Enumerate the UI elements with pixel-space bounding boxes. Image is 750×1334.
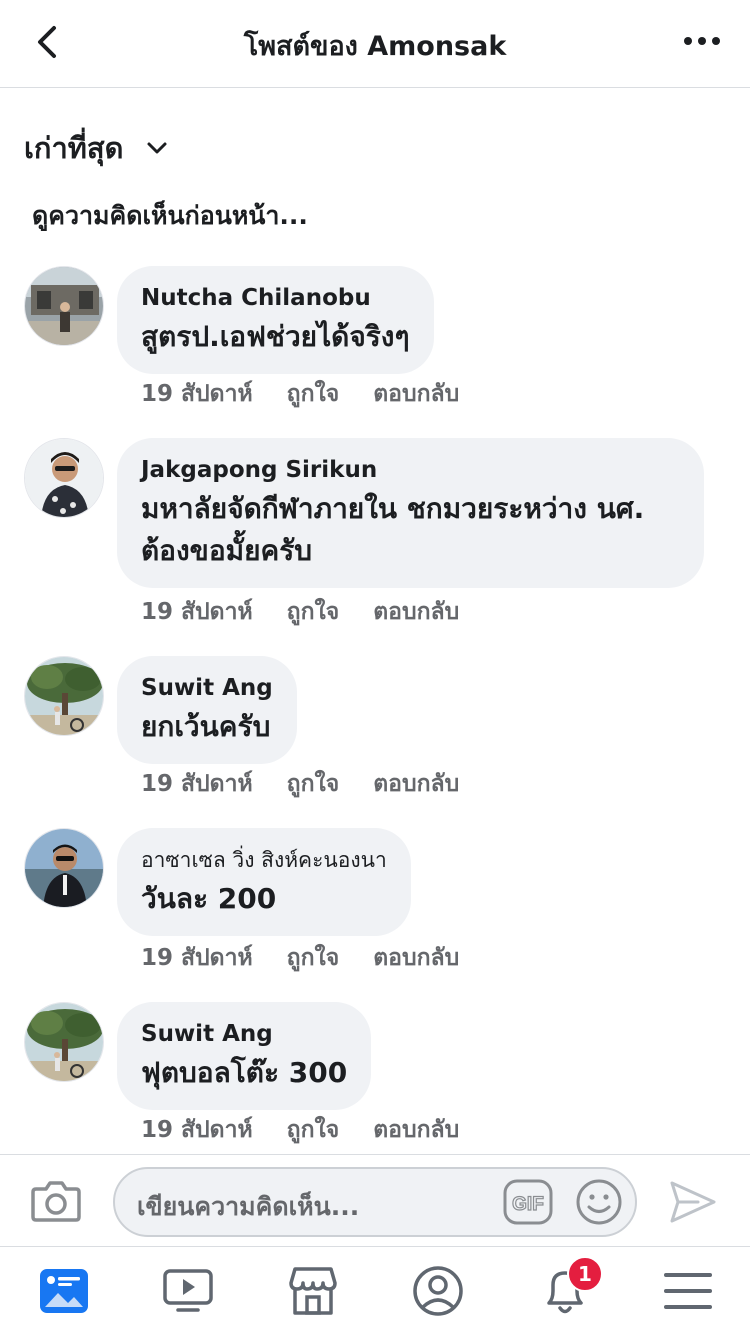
view-previous-comments-link[interactable]: ดูความคิดเห็นก่อนหน้า...	[32, 196, 308, 236]
reply-button[interactable]: ตอบกลับ	[373, 376, 459, 412]
comment-input[interactable]: เขียนความคิดเห็น... GIF	[113, 1167, 637, 1237]
comment-time: 19 สัปดาห์	[141, 381, 253, 407]
comment-text: ฟุตบอลโต๊ะ 300	[141, 1056, 348, 1089]
comment-author[interactable]: Suwit Ang	[141, 1016, 347, 1052]
comment-author[interactable]: Jakgapong Sirikun	[141, 452, 680, 488]
smiley-icon[interactable]	[575, 1178, 623, 1226]
notification-badge: 1	[567, 1256, 603, 1292]
comment-actions: 19 สัปดาห์ ถูกใจ ตอบกลับ	[141, 376, 459, 412]
menu-icon[interactable]	[660, 1263, 716, 1319]
marketplace-icon[interactable]	[285, 1263, 341, 1319]
reply-button[interactable]: ตอบกลับ	[373, 940, 459, 976]
camera-icon[interactable]	[30, 1177, 82, 1225]
comment-input-placeholder: เขียนความคิดเห็น...	[137, 1192, 360, 1221]
comment-author[interactable]: อาซาเซล วิ่ง สิงห์คะนองนา	[141, 842, 387, 878]
watch-icon[interactable]	[160, 1263, 216, 1319]
comment-text: มหาลัยจัดกีฬาภายใน ชกมวยระหว่าง นศ.	[141, 492, 645, 525]
comment-composer: เขียนความคิดเห็น... GIF	[0, 1154, 750, 1246]
comment-sort-dropdown[interactable]: เก่าที่สุด	[24, 125, 169, 171]
chevron-down-icon	[147, 142, 167, 154]
send-icon[interactable]	[668, 1179, 718, 1225]
comment-bubble[interactable]: อาซาเซล วิ่ง สิงห์คะนองนา วันละ 200	[117, 828, 411, 936]
comment-actions: 19 สัปดาห์ ถูกใจ ตอบกลับ	[141, 594, 459, 630]
like-button[interactable]: ถูกใจ	[287, 1112, 340, 1148]
more-dots-icon[interactable]	[680, 24, 724, 58]
profile-icon[interactable]	[410, 1263, 466, 1319]
bottom-tab-bar: 1	[0, 1246, 750, 1334]
comment-time: 19 สัปดาห์	[141, 771, 253, 797]
comment-text: ยกเว้นครับ	[141, 710, 271, 743]
avatar[interactable]	[24, 1002, 104, 1082]
comment-actions: 19 สัปดาห์ ถูกใจ ตอบกลับ	[141, 1112, 459, 1148]
avatar[interactable]	[24, 656, 104, 736]
page-title: โพสต์ของ Amonsak	[243, 31, 507, 62]
comment-time: 19 สัปดาห์	[141, 945, 253, 971]
comment-author[interactable]: Nutcha Chilanobu	[141, 280, 410, 316]
news-feed-icon[interactable]	[36, 1263, 92, 1319]
comment-bubble[interactable]: Suwit Ang ยกเว้นครับ	[117, 656, 297, 764]
like-button[interactable]: ถูกใจ	[287, 766, 340, 802]
comment-text: ต้องขอมั้ยครับ	[141, 534, 313, 567]
comment-actions: 19 สัปดาห์ ถูกใจ ตอบกลับ	[141, 766, 459, 802]
like-button[interactable]: ถูกใจ	[287, 376, 340, 412]
avatar[interactable]	[24, 438, 104, 518]
sort-label: เก่าที่สุด	[24, 131, 124, 165]
comment-text: สูตรป.เอฟช่วยได้จริงๆ	[141, 320, 410, 353]
reply-button[interactable]: ตอบกลับ	[373, 594, 459, 630]
comment-actions: 19 สัปดาห์ ถูกใจ ตอบกลับ	[141, 940, 459, 976]
reply-button[interactable]: ตอบกลับ	[373, 1112, 459, 1148]
comment-bubble[interactable]: Jakgapong Sirikun มหาลัยจัดกีฬาภายใน ชกม…	[117, 438, 704, 588]
avatar[interactable]	[24, 828, 104, 908]
comment-text: วันละ 200	[141, 882, 277, 915]
comment-time: 19 สัปดาห์	[141, 599, 253, 625]
gif-label: GIF	[512, 1194, 544, 1215]
like-button[interactable]: ถูกใจ	[287, 940, 340, 976]
top-bar: โพสต์ของ Amonsak	[0, 0, 750, 88]
comment-bubble[interactable]: Nutcha Chilanobu สูตรป.เอฟช่วยได้จริงๆ	[117, 266, 434, 374]
avatar[interactable]	[24, 266, 104, 346]
gif-icon[interactable]: GIF	[503, 1179, 553, 1225]
comment-author[interactable]: Suwit Ang	[141, 670, 273, 706]
like-button[interactable]: ถูกใจ	[287, 594, 340, 630]
comment-time: 19 สัปดาห์	[141, 1117, 253, 1143]
reply-button[interactable]: ตอบกลับ	[373, 766, 459, 802]
comment-bubble[interactable]: Suwit Ang ฟุตบอลโต๊ะ 300	[117, 1002, 372, 1110]
